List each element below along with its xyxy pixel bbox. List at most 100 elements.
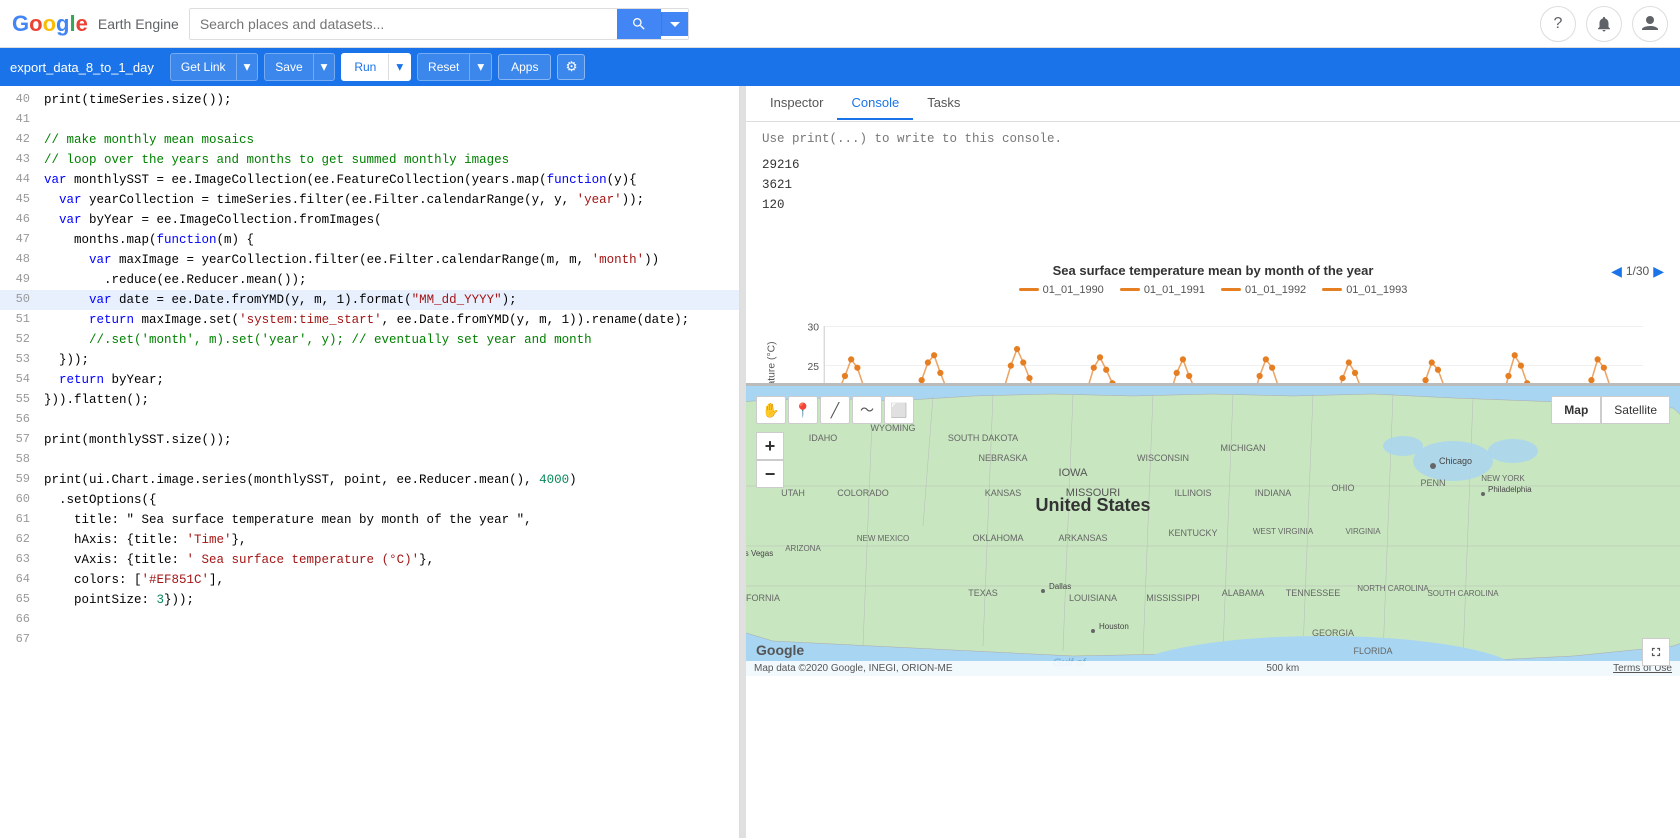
svg-text:WYOMING: WYOMING bbox=[871, 423, 916, 433]
line-content[interactable]: months.map(function(m) { bbox=[40, 230, 739, 250]
console-output-2: 3621 bbox=[762, 178, 1664, 192]
tab-tasks[interactable]: Tasks bbox=[913, 87, 974, 120]
product-name: Earth Engine bbox=[98, 16, 179, 32]
line-content[interactable]: // make monthly mean mosaics bbox=[40, 130, 739, 150]
svg-text:LOUISIANA: LOUISIANA bbox=[1069, 593, 1117, 603]
run-dropdown[interactable]: ▾ bbox=[388, 54, 410, 80]
line-content[interactable]: title: " Sea surface temperature mean by… bbox=[40, 510, 739, 530]
line-content[interactable]: pointSize: 3})); bbox=[40, 590, 739, 610]
map-view-button[interactable]: Map bbox=[1551, 396, 1601, 424]
line-content[interactable]: })).flatten(); bbox=[40, 390, 739, 410]
code-line-49: 49 .reduce(ee.Reducer.mean()); bbox=[0, 270, 739, 290]
run-button[interactable]: Run bbox=[342, 54, 388, 80]
svg-text:OHIO: OHIO bbox=[1331, 483, 1354, 493]
fullscreen-button[interactable] bbox=[1642, 638, 1670, 666]
apps-button[interactable]: Apps bbox=[498, 54, 551, 80]
line-tool[interactable]: ╱ bbox=[820, 396, 850, 424]
save-dropdown[interactable]: ▾ bbox=[313, 54, 335, 80]
code-line-59: 59print(ui.Chart.image.series(monthlySST… bbox=[0, 470, 739, 490]
code-line-46: 46 var byYear = ee.ImageCollection.fromI… bbox=[0, 210, 739, 230]
shape-tool[interactable]: ⬜ bbox=[884, 396, 914, 424]
code-editor-panel: 40print(timeSeries.size());41 42// make … bbox=[0, 86, 740, 838]
zoom-out-button[interactable]: − bbox=[756, 460, 784, 488]
reset-dropdown[interactable]: ▾ bbox=[469, 54, 491, 80]
line-content[interactable]: colors: ['#EF851C'], bbox=[40, 570, 739, 590]
svg-text:WEST VIRGINIA: WEST VIRGINIA bbox=[1253, 527, 1314, 536]
console-hint: Use print(...) to write to this console. bbox=[762, 132, 1664, 146]
help-icon[interactable]: ? bbox=[1540, 6, 1576, 42]
line-content[interactable]: })); bbox=[40, 350, 739, 370]
line-number: 41 bbox=[0, 110, 40, 130]
avatar[interactable] bbox=[1632, 6, 1668, 42]
svg-text:TEXAS: TEXAS bbox=[968, 588, 998, 598]
search-input[interactable] bbox=[190, 10, 617, 38]
logo: Google Earth Engine bbox=[12, 11, 179, 37]
svg-text:25: 25 bbox=[807, 361, 819, 372]
line-content[interactable]: var maxImage = yearCollection.filter(ee.… bbox=[40, 250, 739, 270]
line-content[interactable]: //.set('month', m).set('year', y); // ev… bbox=[40, 330, 739, 350]
line-number: 43 bbox=[0, 150, 40, 170]
line-content[interactable]: var byYear = ee.ImageCollection.fromImag… bbox=[40, 210, 739, 230]
settings-button[interactable]: ⚙ bbox=[557, 54, 585, 80]
code-editor[interactable]: 40print(timeSeries.size());41 42// make … bbox=[0, 86, 739, 838]
console-output-1: 29216 bbox=[762, 158, 1664, 172]
line-content[interactable]: .reduce(ee.Reducer.mean()); bbox=[40, 270, 739, 290]
notifications-icon[interactable] bbox=[1586, 6, 1622, 42]
line-content[interactable]: print(ui.Chart.image.series(monthlySST, … bbox=[40, 470, 739, 490]
line-content[interactable] bbox=[40, 450, 739, 470]
line-number: 44 bbox=[0, 170, 40, 190]
reset-button[interactable]: Reset bbox=[418, 54, 469, 80]
svg-text:ARKANSAS: ARKANSAS bbox=[1058, 533, 1107, 543]
line-content[interactable]: print(monthlySST.size()); bbox=[40, 430, 739, 450]
code-line-57: 57print(monthlySST.size()); bbox=[0, 430, 739, 450]
zoom-in-button[interactable]: + bbox=[756, 432, 784, 460]
svg-text:MICHIGAN: MICHIGAN bbox=[1221, 443, 1266, 453]
line-content[interactable]: vAxis: {title: ' Sea surface temperature… bbox=[40, 550, 739, 570]
run-group: Run ▾ bbox=[341, 53, 411, 81]
line-content[interactable]: .setOptions({ bbox=[40, 490, 739, 510]
get-link-dropdown[interactable]: ▾ bbox=[236, 54, 258, 80]
path-tool[interactable]: 〜 bbox=[852, 396, 882, 424]
line-number: 45 bbox=[0, 190, 40, 210]
save-button[interactable]: Save bbox=[265, 54, 312, 80]
svg-text:MISSISSIPPI: MISSISSIPPI bbox=[1146, 593, 1200, 603]
get-link-button[interactable]: Get Link bbox=[171, 54, 236, 80]
chart-prev-button[interactable]: ◀ bbox=[1611, 263, 1622, 280]
svg-text:ALABAMA: ALABAMA bbox=[1222, 588, 1265, 598]
line-content[interactable] bbox=[40, 630, 739, 650]
tab-inspector[interactable]: Inspector bbox=[756, 87, 837, 120]
line-number: 50 bbox=[0, 290, 40, 310]
line-content[interactable]: hAxis: {title: 'Time'}, bbox=[40, 530, 739, 550]
code-line-61: 61 title: " Sea surface temperature mean… bbox=[0, 510, 739, 530]
line-number: 66 bbox=[0, 610, 40, 630]
line-content[interactable]: var date = ee.Date.fromYMD(y, m, 1).form… bbox=[40, 290, 739, 310]
svg-text:GEORGIA: GEORGIA bbox=[1312, 628, 1354, 638]
line-content[interactable]: var monthlySST = ee.ImageCollection(ee.F… bbox=[40, 170, 739, 190]
info-tool[interactable]: 📍 bbox=[788, 396, 818, 424]
svg-text:KANSAS: KANSAS bbox=[985, 488, 1022, 498]
satellite-view-button[interactable]: Satellite bbox=[1601, 396, 1670, 424]
hand-tool[interactable]: ✋ bbox=[756, 396, 786, 424]
line-content[interactable] bbox=[40, 410, 739, 430]
svg-text:30: 30 bbox=[807, 322, 819, 333]
map-attribution: Map data ©2020 Google, INEGI, ORION-ME bbox=[754, 663, 953, 674]
line-content[interactable] bbox=[40, 110, 739, 130]
code-line-60: 60 .setOptions({ bbox=[0, 490, 739, 510]
search-dropdown-button[interactable] bbox=[661, 12, 688, 36]
map-area: ✋ 📍 ╱ 〜 ⬜ + − Map Satellite bbox=[746, 386, 1680, 676]
line-content[interactable] bbox=[40, 610, 739, 630]
tab-console[interactable]: Console bbox=[837, 87, 913, 120]
code-line-47: 47 months.map(function(m) { bbox=[0, 230, 739, 250]
search-button[interactable] bbox=[617, 9, 661, 39]
line-content[interactable]: // loop over the years and months to get… bbox=[40, 150, 739, 170]
line-content[interactable]: return byYear; bbox=[40, 370, 739, 390]
code-line-53: 53 })); bbox=[0, 350, 739, 370]
chart-next-button[interactable]: ▶ bbox=[1653, 263, 1664, 280]
map-svg: North Atlantic Ocean Gulf of IDAHO WYOMI… bbox=[746, 386, 1680, 676]
line-number: 53 bbox=[0, 350, 40, 370]
line-content[interactable]: return maxImage.set('system:time_start',… bbox=[40, 310, 739, 330]
line-content[interactable]: print(timeSeries.size()); bbox=[40, 90, 739, 110]
line-content[interactable]: var yearCollection = timeSeries.filter(e… bbox=[40, 190, 739, 210]
code-line-40: 40print(timeSeries.size()); bbox=[0, 90, 739, 110]
line-number: 61 bbox=[0, 510, 40, 530]
